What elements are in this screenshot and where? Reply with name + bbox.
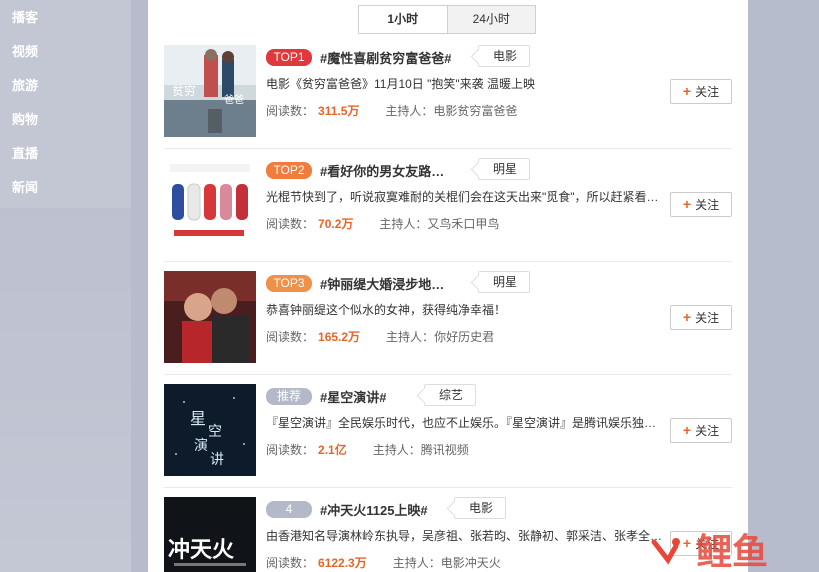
svg-text:鲤鱼: 鲤鱼: [696, 532, 768, 572]
sidebar-item-video[interactable]: 视频: [12, 35, 38, 69]
topic-meta: 阅读数： 165.2万 主持人：你好历史君: [266, 328, 494, 345]
follow-label: 关注: [695, 424, 720, 438]
svg-text:贫穷: 贫穷: [172, 83, 196, 98]
follow-button[interactable]: + 关注: [670, 79, 732, 104]
topic-thumbnail[interactable]: 冲天火: [164, 497, 256, 572]
read-count: 311.5万: [318, 104, 360, 118]
list-item: TOP3 #钟丽缇大婚浸步地… 明星 恭喜钟丽缇这个似水的女神，获得纯净幸福！ …: [164, 271, 732, 375]
follow-button[interactable]: + 关注: [670, 192, 732, 217]
list-item: 冲天火 4 #冲天火1125上映# 电影 由香港知名导演林岭东执导，吴彦祖、张若…: [164, 497, 732, 572]
svg-text:讲: 讲: [210, 452, 224, 468]
svg-text:演: 演: [194, 438, 208, 454]
topic-thumbnail[interactable]: 贫穷 爸爸: [164, 45, 256, 137]
follow-label: 关注: [695, 311, 720, 325]
svg-text:空: 空: [208, 424, 222, 440]
sidebar-item-boke[interactable]: 播客: [12, 1, 38, 35]
read-count-label: 阅读数：: [266, 330, 315, 344]
topic-meta: 阅读数： 6122.3万 主持人：电影冲天火: [266, 554, 501, 571]
topic-title[interactable]: #看好你的男女友路…: [320, 161, 444, 180]
topic-description: 『星空演讲』全民娱乐时代，也应不止娱乐。『星空演讲』是腾讯娱乐独…: [266, 416, 657, 430]
topic-title[interactable]: #魔性喜剧贫穷富爸爸#: [320, 48, 451, 67]
read-count: 2.1亿: [318, 443, 347, 457]
topic-meta: 阅读数： 2.1亿 主持人：腾讯视频: [266, 441, 469, 458]
topic-title[interactable]: #冲天火1125上映#: [320, 500, 428, 519]
svg-text:星: 星: [190, 409, 206, 428]
list-item: 贫穷 爸爸 TOP1 #魔性喜剧贫穷富爸爸# 电影 电影《贫穷富爸爸》11月10…: [164, 45, 732, 149]
read-count: 6122.3万: [318, 556, 367, 570]
sidebar-item-live[interactable]: 直播: [12, 137, 38, 171]
host-label: 主持人：: [386, 330, 435, 344]
host-label: 主持人：: [372, 443, 421, 457]
tab-1-hour[interactable]: 1小时: [359, 6, 447, 33]
host-label: 主持人：: [385, 104, 434, 118]
rank-badge: TOP2: [266, 162, 312, 179]
read-count-label: 阅读数：: [266, 443, 315, 457]
list-item: 星 空 演 讲 推荐 #星空演讲# 综艺 『星空演讲』全民娱乐时代，也应不止娱乐…: [164, 384, 732, 488]
list-item: TOP2 #看好你的男女友路… 明星 光棍节快到了，听说寂寞难耐的关棍们会在这天…: [164, 158, 732, 262]
topic-description: 由香港知名导演林岭东执导，吴彦祖、张若昀、张静初、郭采洁、张孝全…: [266, 529, 663, 543]
read-count-label: 阅读数：: [266, 217, 315, 231]
category-tag[interactable]: 电影: [478, 45, 531, 67]
divider: [164, 487, 732, 488]
topic-meta: 阅读数： 70.2万 主持人：又鸟禾口甲鸟: [266, 215, 499, 232]
svg-text:冲天火: 冲天火: [168, 538, 234, 563]
category-tag[interactable]: 电影: [454, 497, 507, 519]
topic-title[interactable]: #星空演讲#: [320, 387, 386, 406]
divider: [164, 374, 732, 375]
sidebar-item-news[interactable]: 新闻: [12, 171, 38, 205]
topic-ranking-panel: 1小时 24小时 贫穷 爸爸 TOP1 #魔性喜剧贫穷富爸爸# 电影 电影《贫穷…: [148, 0, 748, 572]
topic-description: 恭喜钟丽缇这个似水的女神，获得纯净幸福！: [266, 303, 507, 317]
host-label: 主持人：: [392, 556, 441, 570]
svg-text:爸爸: 爸爸: [224, 93, 244, 106]
watermark-logo: 鲤鱼: [650, 520, 810, 572]
rank-badge: TOP1: [266, 49, 312, 66]
read-count-label: 阅读数：: [266, 104, 315, 118]
host-name[interactable]: 你好历史君: [434, 330, 494, 344]
category-tag[interactable]: 综艺: [424, 384, 477, 406]
host-name[interactable]: 电影贫穷富爸爸: [433, 104, 517, 118]
plus-icon: +: [682, 422, 692, 438]
rank-badge: TOP3: [266, 275, 312, 292]
sidebar-item-shopping[interactable]: 购物: [12, 103, 38, 137]
host-label: 主持人：: [379, 217, 428, 231]
topic-thumbnail[interactable]: 星 空 演 讲: [164, 384, 256, 476]
read-count: 70.2万: [318, 217, 354, 231]
category-tag[interactable]: 明星: [478, 158, 531, 180]
divider: [164, 261, 732, 262]
topic-thumbnail[interactable]: [164, 158, 256, 250]
plus-icon: +: [682, 196, 692, 212]
plus-icon: +: [682, 309, 692, 325]
sidebar-nav: 播客 视频 旅游 购物 直播 新闻: [0, 0, 131, 208]
rank-badge: 4: [266, 501, 312, 518]
sidebar-item-travel[interactable]: 旅游: [12, 69, 38, 103]
follow-label: 关注: [695, 198, 720, 212]
topic-thumbnail[interactable]: [164, 271, 256, 363]
follow-label: 关注: [695, 85, 720, 99]
tab-24-hours[interactable]: 24小时: [446, 6, 535, 33]
plus-icon: +: [682, 83, 692, 99]
follow-button[interactable]: + 关注: [670, 418, 732, 443]
topic-description: 光棍节快到了，听说寂寞难耐的关棍们会在这天出来"觅食"，所以赶紧看…: [266, 190, 659, 204]
category-tag[interactable]: 明星: [478, 271, 531, 293]
read-count-label: 阅读数：: [266, 556, 315, 570]
follow-button[interactable]: + 关注: [670, 305, 732, 330]
read-count: 165.2万: [318, 330, 361, 344]
divider: [164, 148, 732, 149]
topic-meta: 阅读数： 311.5万 主持人：电影贫穷富爸爸: [266, 102, 517, 119]
host-name[interactable]: 腾讯视频: [421, 443, 469, 457]
host-name[interactable]: 电影冲天火: [441, 556, 501, 570]
topic-title[interactable]: #钟丽缇大婚浸步地…: [320, 274, 444, 293]
rank-badge: 推荐: [266, 388, 312, 405]
time-range-tabs: 1小时 24小时: [358, 5, 536, 34]
left-sidebar: 播客 视频 旅游 购物 直播 新闻: [0, 0, 131, 572]
topic-description: 电影《贫穷富爸爸》11月10日 "抱笑"来袭 温暖上映: [266, 77, 535, 91]
host-name[interactable]: 又鸟禾口甲鸟: [427, 217, 499, 231]
